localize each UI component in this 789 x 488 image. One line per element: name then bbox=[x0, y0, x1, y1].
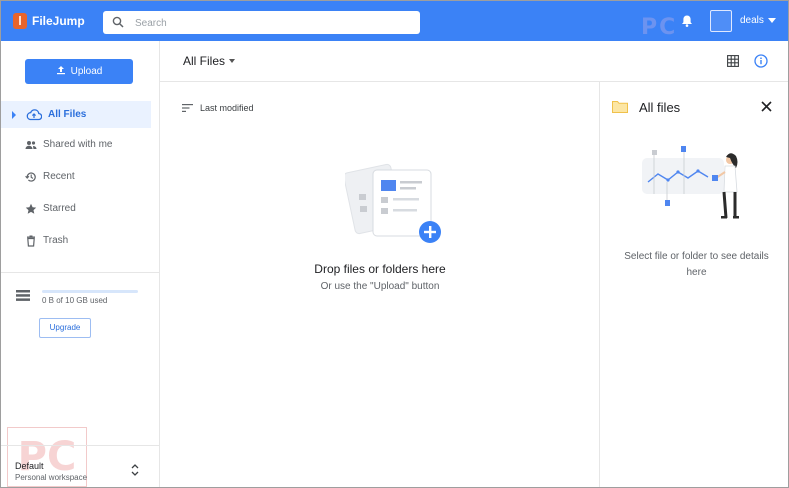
search-icon bbox=[112, 16, 124, 28]
details-title: All files bbox=[639, 100, 681, 115]
storage-progress-bar bbox=[42, 290, 138, 293]
sort-label[interactable]: Last modified bbox=[200, 103, 254, 113]
sidebar-item-label: Starred bbox=[43, 203, 76, 214]
workspace-name[interactable]: Default bbox=[15, 461, 44, 471]
watermark-logo: PC bbox=[641, 15, 678, 40]
sidebar-item-trash[interactable]: Trash bbox=[1, 227, 151, 254]
sidebar-item-label: All Files bbox=[48, 109, 87, 120]
empty-state-title: Drop files or folders here bbox=[314, 262, 446, 276]
close-icon[interactable] bbox=[761, 101, 772, 112]
breadcrumb[interactable]: All Files bbox=[183, 54, 225, 68]
sort-icon[interactable] bbox=[182, 104, 193, 112]
username-label[interactable]: deals bbox=[740, 15, 764, 26]
upgrade-button[interactable]: Upgrade bbox=[39, 318, 91, 338]
people-icon bbox=[25, 141, 37, 149]
brand-name[interactable]: FileJump bbox=[32, 14, 85, 28]
user-menu-chevron-down-icon[interactable] bbox=[768, 18, 776, 23]
sidebar-item-label: Shared with me bbox=[43, 139, 113, 150]
sidebar-divider bbox=[1, 272, 159, 273]
storage-usage-text: 0 B of 10 GB used bbox=[42, 296, 108, 305]
app-window: FileJump PC deals Upload bbox=[0, 0, 789, 488]
sidebar: Upload All Files Shared with me Recent S… bbox=[1, 41, 160, 487]
sidebar-item-recent[interactable]: Recent bbox=[1, 163, 151, 190]
top-bar: FileJump PC deals bbox=[1, 1, 788, 41]
details-panel: All files Select file or folder to see d… bbox=[599, 82, 788, 487]
user-avatar[interactable] bbox=[710, 10, 732, 32]
notification-bell-icon[interactable] bbox=[680, 14, 694, 28]
folder-icon bbox=[612, 101, 628, 113]
history-icon bbox=[25, 172, 36, 182]
details-empty-message: Select file or folder to see details her… bbox=[624, 251, 769, 278]
sidebar-divider bbox=[1, 445, 159, 446]
expand-arrow-icon[interactable] bbox=[12, 111, 16, 119]
info-icon[interactable] bbox=[754, 54, 768, 68]
cloud-icon bbox=[26, 109, 42, 121]
trash-icon bbox=[27, 235, 35, 247]
storage-icon bbox=[16, 290, 30, 301]
search-box[interactable] bbox=[103, 11, 420, 34]
sidebar-item-label: Recent bbox=[43, 171, 75, 182]
chevron-down-icon[interactable] bbox=[229, 59, 235, 63]
sidebar-item-label: Trash bbox=[43, 235, 69, 246]
workspace-subtitle: Personal workspace bbox=[15, 473, 88, 482]
workspace-switch-chevron-icon[interactable] bbox=[130, 462, 140, 478]
upload-button[interactable]: Upload bbox=[25, 59, 133, 84]
upload-label: Upload bbox=[70, 66, 103, 77]
sidebar-item-starred[interactable]: Starred bbox=[1, 195, 151, 222]
grid-view-icon[interactable] bbox=[727, 55, 739, 67]
upload-icon bbox=[56, 66, 65, 75]
empty-state-subtitle: Or use the "Upload" button bbox=[320, 281, 440, 292]
empty-folder-illustration bbox=[345, 163, 441, 243]
star-icon bbox=[25, 203, 37, 214]
main-toolbar: All Files bbox=[160, 41, 788, 82]
filejump-logo[interactable] bbox=[13, 13, 27, 29]
sidebar-item-shared-with-me[interactable]: Shared with me bbox=[1, 131, 151, 158]
details-illustration bbox=[642, 146, 739, 219]
search-input[interactable] bbox=[133, 14, 407, 32]
sidebar-item-all-files[interactable]: All Files bbox=[1, 101, 151, 128]
